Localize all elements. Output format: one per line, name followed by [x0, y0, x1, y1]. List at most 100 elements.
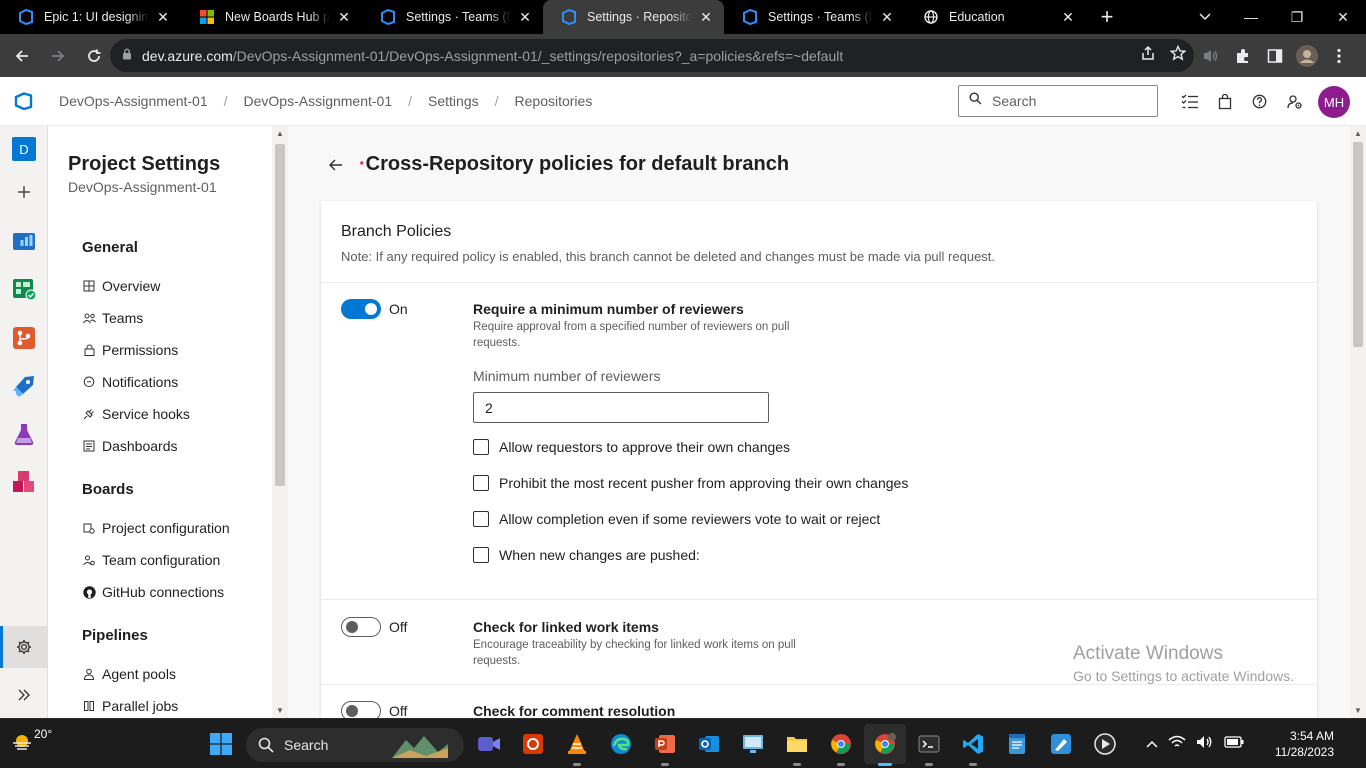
expand-rail-icon[interactable] — [12, 683, 36, 707]
close-icon[interactable]: ✕ — [1060, 9, 1076, 25]
terminal-icon[interactable] — [916, 731, 942, 766]
overview-icon[interactable] — [12, 229, 36, 253]
nav-item-permissions[interactable]: Permissions — [82, 339, 178, 361]
extensions-puzzle-icon[interactable] — [1232, 45, 1254, 67]
profile-avatar-icon[interactable] — [1296, 44, 1318, 67]
allow-completion-checkbox[interactable]: Allow completion even if some reviewers … — [473, 510, 880, 528]
nav-item-github-connections[interactable]: GitHub connections — [82, 581, 224, 603]
teams-meet-icon[interactable] — [476, 731, 502, 757]
chevron-up-icon[interactable] — [1146, 735, 1158, 753]
nav-item-service-hooks[interactable]: Service hooks — [82, 403, 190, 425]
nav-item-agent-pools[interactable]: Agent pools — [82, 663, 176, 685]
gear-icon[interactable] — [12, 635, 36, 659]
nav-item-overview[interactable]: Overview — [82, 275, 160, 297]
checkbox-box[interactable] — [473, 511, 489, 527]
vscode-icon[interactable] — [960, 731, 986, 766]
scroll-up-arrow-icon[interactable]: ▲ — [1354, 129, 1362, 138]
scroll-down-arrow-icon[interactable]: ▼ — [1354, 706, 1362, 715]
repos-icon[interactable] — [12, 326, 36, 350]
vlc-icon[interactable] — [564, 731, 590, 766]
nav-item-notifications[interactable]: Notifications — [82, 371, 178, 393]
azure-devops-logo-icon[interactable] — [0, 77, 48, 126]
test-plans-icon[interactable] — [12, 422, 36, 446]
nav-item-dashboards[interactable]: Dashboards — [82, 435, 178, 457]
outlook-icon[interactable] — [696, 731, 722, 757]
restore-button[interactable]: ❐ — [1274, 0, 1320, 34]
scrollbar-thumb[interactable] — [275, 144, 285, 486]
media-speaker-icon[interactable] — [1200, 45, 1222, 67]
notepad-icon[interactable] — [1004, 731, 1030, 757]
close-icon[interactable]: ✕ — [698, 9, 714, 25]
artifacts-icon[interactable] — [12, 470, 36, 494]
browser-tab[interactable]: New Boards Hub pub ✕ — [181, 0, 362, 34]
edge-icon[interactable] — [608, 731, 634, 757]
chrome-profile-icon[interactable] — [872, 731, 898, 766]
side-panel-icon[interactable] — [1264, 45, 1286, 67]
chrome-menu-icon[interactable] — [1328, 45, 1350, 67]
user-settings-icon[interactable] — [1283, 90, 1306, 113]
chrome-icon[interactable] — [828, 731, 854, 766]
forward-button[interactable] — [41, 39, 75, 73]
work-items-list-icon[interactable] — [1178, 90, 1201, 113]
checkbox-box[interactable] — [473, 439, 489, 455]
avatar[interactable]: MH — [1318, 86, 1350, 118]
volume-icon[interactable] — [1196, 735, 1214, 754]
windows-start-icon[interactable] — [208, 731, 234, 757]
main-scrollbar[interactable]: ▲ ▼ — [1350, 126, 1366, 718]
file-explorer-icon[interactable] — [784, 731, 810, 766]
breadcrumb-organization[interactable]: DevOps-Assignment-01 — [59, 93, 208, 109]
office-app-icon[interactable] — [520, 731, 546, 757]
nav-item-teams[interactable]: Teams — [82, 307, 143, 329]
media-player-icon[interactable] — [1092, 731, 1118, 757]
boards-icon[interactable] — [12, 277, 36, 301]
settings-nav-scrollbar[interactable]: ▲ ▼ — [272, 126, 288, 718]
breadcrumb-repositories[interactable]: Repositories — [515, 93, 593, 109]
nav-item-project-configuration[interactable]: Project configuration — [82, 517, 230, 539]
taskbar-search[interactable]: Search — [246, 728, 464, 762]
back-button[interactable] — [5, 39, 39, 73]
close-icon[interactable]: ✕ — [336, 9, 352, 25]
new-changes-pushed-checkbox[interactable]: When new changes are pushed: — [473, 546, 700, 564]
nav-item-team-configuration[interactable]: Team configuration — [82, 549, 220, 571]
close-icon[interactable]: ✕ — [879, 9, 895, 25]
min-reviewers-toggle[interactable] — [341, 299, 381, 319]
share-icon[interactable] — [1140, 45, 1156, 66]
breadcrumb-project[interactable]: DevOps-Assignment-01 — [244, 93, 393, 109]
powerpoint-icon[interactable] — [652, 731, 678, 766]
remote-desktop-icon[interactable] — [740, 731, 766, 757]
browser-tab[interactable]: Education ✕ — [905, 0, 1086, 34]
linked-work-items-toggle[interactable] — [341, 617, 381, 637]
checkbox-box[interactable] — [473, 547, 489, 563]
back-arrow-icon[interactable] — [326, 155, 346, 175]
scroll-down-arrow-icon[interactable]: ▼ — [276, 706, 284, 715]
close-icon[interactable]: ✕ — [155, 9, 171, 25]
new-tab-button[interactable]: + — [1090, 0, 1124, 34]
minimize-button[interactable]: — — [1228, 0, 1274, 34]
battery-icon[interactable] — [1224, 735, 1244, 753]
add-icon[interactable] — [12, 180, 36, 204]
browser-tab[interactable]: Settings · Teams (Dev ✕ — [362, 0, 543, 34]
breadcrumb-settings[interactable]: Settings — [428, 93, 479, 109]
reload-button[interactable] — [77, 39, 111, 73]
window-close-button[interactable]: ✕ — [1320, 0, 1366, 34]
prohibit-pusher-checkbox[interactable]: Prohibit the most recent pusher from app… — [473, 474, 908, 492]
system-clock[interactable]: 3:54 AM 11/28/2023 — [1254, 728, 1334, 760]
wifi-icon[interactable] — [1168, 735, 1186, 754]
tab-search-chevron-icon[interactable] — [1190, 0, 1220, 34]
checkbox-box[interactable] — [473, 475, 489, 491]
paint-app-icon[interactable] — [1048, 731, 1074, 757]
browser-tab[interactable]: Epic 1: UI designing - ✕ — [0, 0, 181, 34]
search-input[interactable]: Search — [958, 85, 1158, 117]
weather-widget[interactable]: 20° — [10, 727, 52, 751]
allow-requestors-checkbox[interactable]: Allow requestors to approve their own ch… — [473, 438, 790, 456]
scroll-up-arrow-icon[interactable]: ▲ — [276, 129, 284, 138]
browser-tab[interactable]: Settings · Teams (Dev ✕ — [724, 0, 905, 34]
close-icon[interactable]: ✕ — [517, 9, 533, 25]
help-icon[interactable] — [1248, 90, 1271, 113]
project-badge[interactable]: D — [12, 137, 36, 161]
browser-tab-active[interactable]: Settings · Repositorie ✕ — [543, 0, 724, 34]
scrollbar-thumb[interactable] — [1353, 142, 1363, 347]
pipelines-icon[interactable] — [12, 374, 36, 398]
address-bar[interactable]: dev.azure.com/DevOps-Assignment-01/DevOp… — [110, 39, 1194, 72]
bookmark-star-icon[interactable] — [1169, 44, 1187, 66]
